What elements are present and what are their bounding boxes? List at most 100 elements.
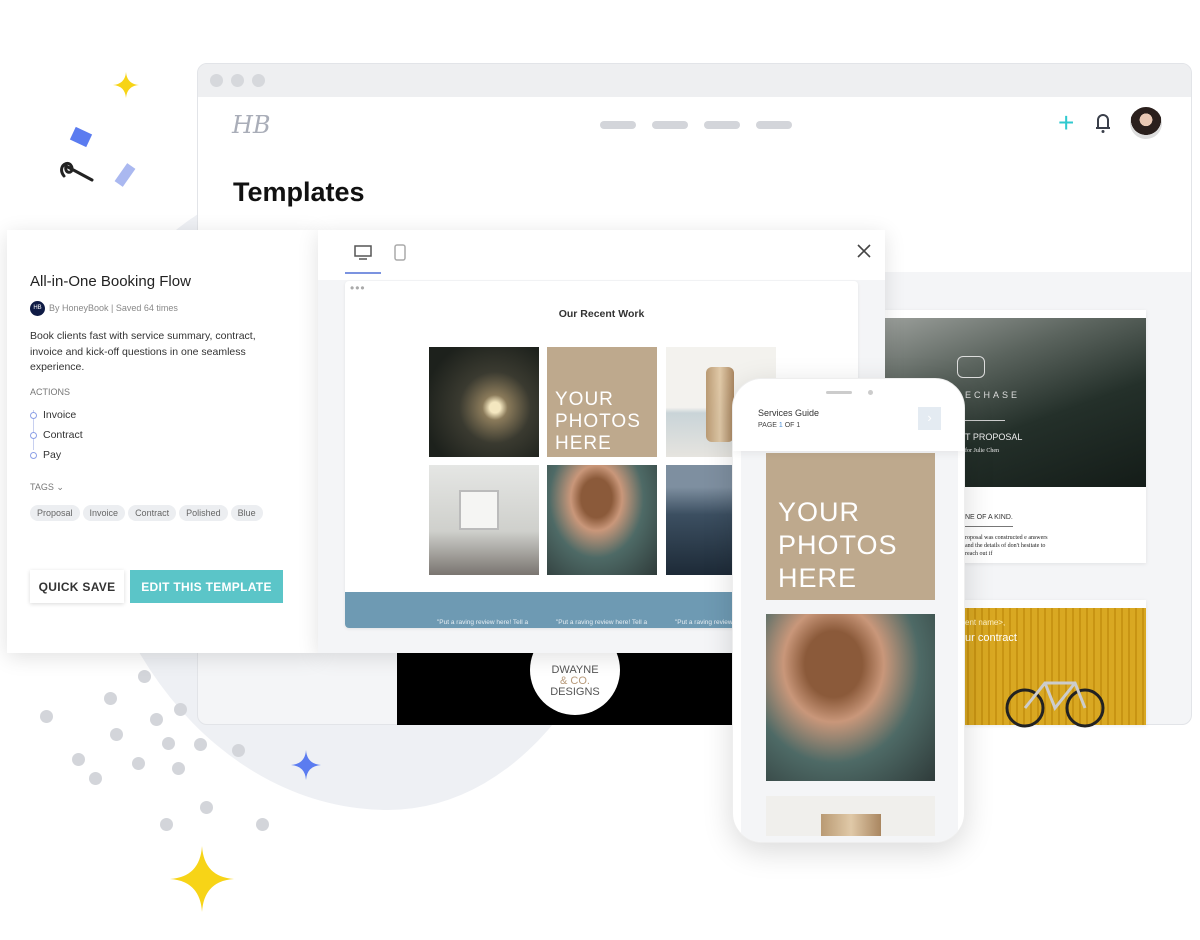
tags-toggle[interactable]: TAGS ⌄ xyxy=(30,482,64,493)
contract-title: ur contract xyxy=(965,632,1017,644)
chair-photo xyxy=(429,465,539,575)
active-tab-indicator xyxy=(345,272,381,274)
template-card[interactable]: DWAYNE & CO. DESIGNS xyxy=(397,653,735,725)
logo-line: DWAYNE xyxy=(551,663,599,676)
window-dot[interactable] xyxy=(210,74,223,87)
nav-item[interactable] xyxy=(652,121,688,129)
sparkle-icon xyxy=(291,750,321,780)
action-item: Pay xyxy=(30,445,83,465)
placeholder-text: YOUR PHOTOS HERE xyxy=(555,389,641,454)
user-avatar[interactable] xyxy=(1130,107,1162,139)
bicycle-icon xyxy=(1005,681,1105,728)
decor-dot xyxy=(89,772,102,785)
template-description: Book clients fast with service summary, … xyxy=(30,330,256,373)
section-heading: NE OF A KIND. xyxy=(965,514,1013,521)
desktop-view-icon[interactable] xyxy=(354,245,372,260)
brand-logo-icon xyxy=(957,356,985,378)
decor-dot xyxy=(72,753,85,766)
page-suffix: OF 1 xyxy=(782,422,801,429)
plus-icon[interactable]: + xyxy=(1058,107,1074,139)
decor-dot xyxy=(200,801,213,814)
logo-line: DESIGNS xyxy=(550,685,600,698)
nav-menu xyxy=(600,121,792,129)
woman-pool-photo xyxy=(547,465,657,575)
window-dot[interactable] xyxy=(231,74,244,87)
close-icon[interactable] xyxy=(857,244,871,258)
action-list: Invoice Contract Pay xyxy=(30,405,83,465)
more-options-icon[interactable]: ••• xyxy=(350,281,366,295)
chevron-right-icon: › xyxy=(927,410,932,425)
action-item: Invoice xyxy=(30,405,83,425)
step-icon xyxy=(30,411,37,419)
template-meta: By HoneyBook | Saved 64 times xyxy=(49,303,178,313)
decor-dot xyxy=(160,818,173,831)
page-prefix: PAGE xyxy=(758,422,779,429)
template-title: All-in-One Booking Flow xyxy=(30,273,191,290)
page-title: Templates xyxy=(233,177,365,207)
tag[interactable]: Contract xyxy=(128,505,177,521)
action-item: Contract xyxy=(30,425,83,445)
placeholder-text: YOUR PHOTOS HERE xyxy=(778,497,898,593)
decor-dot xyxy=(110,728,123,741)
decor-dot xyxy=(232,744,245,757)
tag[interactable]: Polished xyxy=(179,505,228,521)
sparkle-icon xyxy=(170,846,234,912)
decor-dot xyxy=(138,670,151,683)
honeybook-avatar: HB xyxy=(30,301,45,316)
edit-template-button[interactable]: EDIT THIS TEMPLATE xyxy=(130,570,283,603)
bell-icon[interactable] xyxy=(1094,112,1112,134)
driftwood-photo xyxy=(766,796,935,836)
confetti-icon xyxy=(69,126,93,148)
action-label: Contract xyxy=(43,429,83,441)
phone-screen: YOUR PHOTOS HERE xyxy=(741,443,958,842)
divider xyxy=(965,526,1013,527)
review-text: "Put a raving review here! Tell a xyxy=(556,619,648,626)
woman-pool-photo xyxy=(766,614,935,781)
mobile-view-icon[interactable] xyxy=(394,244,406,261)
review-text: "Put a raving review here! Tell a xyxy=(437,619,529,626)
chair-shape xyxy=(459,490,499,530)
confetti-icon xyxy=(114,163,136,187)
driftwood-shape xyxy=(821,814,881,836)
client-name: ent name>, xyxy=(965,618,1006,627)
decor-dot xyxy=(172,762,185,775)
page-indicator: PAGE 1 OF 1 xyxy=(758,422,800,429)
window-titlebar xyxy=(198,64,1191,97)
brand-name: ECHASE xyxy=(965,390,1021,400)
tag-list: Proposal Invoice Contract Polished Blue xyxy=(30,503,266,521)
sparkle-icon xyxy=(113,72,139,98)
next-page-button[interactable]: › xyxy=(918,407,941,430)
tag[interactable]: Invoice xyxy=(82,505,126,521)
decor-dot xyxy=(194,738,207,751)
tags-label: TAGS xyxy=(30,482,54,492)
nav-item[interactable] xyxy=(600,121,636,129)
decor-dot xyxy=(104,692,117,705)
tag[interactable]: Proposal xyxy=(30,505,80,521)
nav-item[interactable] xyxy=(756,121,792,129)
decor-dot xyxy=(162,737,175,750)
decor-dot xyxy=(40,710,53,723)
honeybook-logo[interactable]: HB xyxy=(232,111,271,139)
squiggle-icon xyxy=(60,162,94,182)
divider xyxy=(965,420,1005,421)
action-label: Pay xyxy=(43,449,62,461)
section-heading: Our Recent Work xyxy=(558,308,645,320)
driftwood-shape xyxy=(706,367,734,442)
decor-dot xyxy=(256,818,269,831)
review-text: "Put a raving review xyxy=(675,619,733,626)
step-icon xyxy=(30,431,37,439)
camera-icon xyxy=(868,390,873,395)
actions-label: ACTIONS xyxy=(30,387,71,397)
window-dot[interactable] xyxy=(252,74,265,87)
forest-sunlight-photo xyxy=(429,347,539,457)
nav-item[interactable] xyxy=(704,121,740,129)
proposal-title: T PROPOSAL xyxy=(965,432,1023,442)
logo-line: & CO. xyxy=(560,674,590,687)
proposal-body: roposal was constructed e answers and th… xyxy=(965,535,1048,557)
mobile-preview: Services Guide PAGE 1 OF 1 › YOUR PHOTOS… xyxy=(732,378,965,843)
photo-placeholder: YOUR PHOTOS HERE xyxy=(547,347,657,457)
quick-save-button[interactable]: QUICK SAVE xyxy=(30,570,124,603)
decor-dot xyxy=(150,713,163,726)
tag[interactable]: Blue xyxy=(230,505,263,521)
chevron-down-icon: ⌄ xyxy=(56,482,64,492)
